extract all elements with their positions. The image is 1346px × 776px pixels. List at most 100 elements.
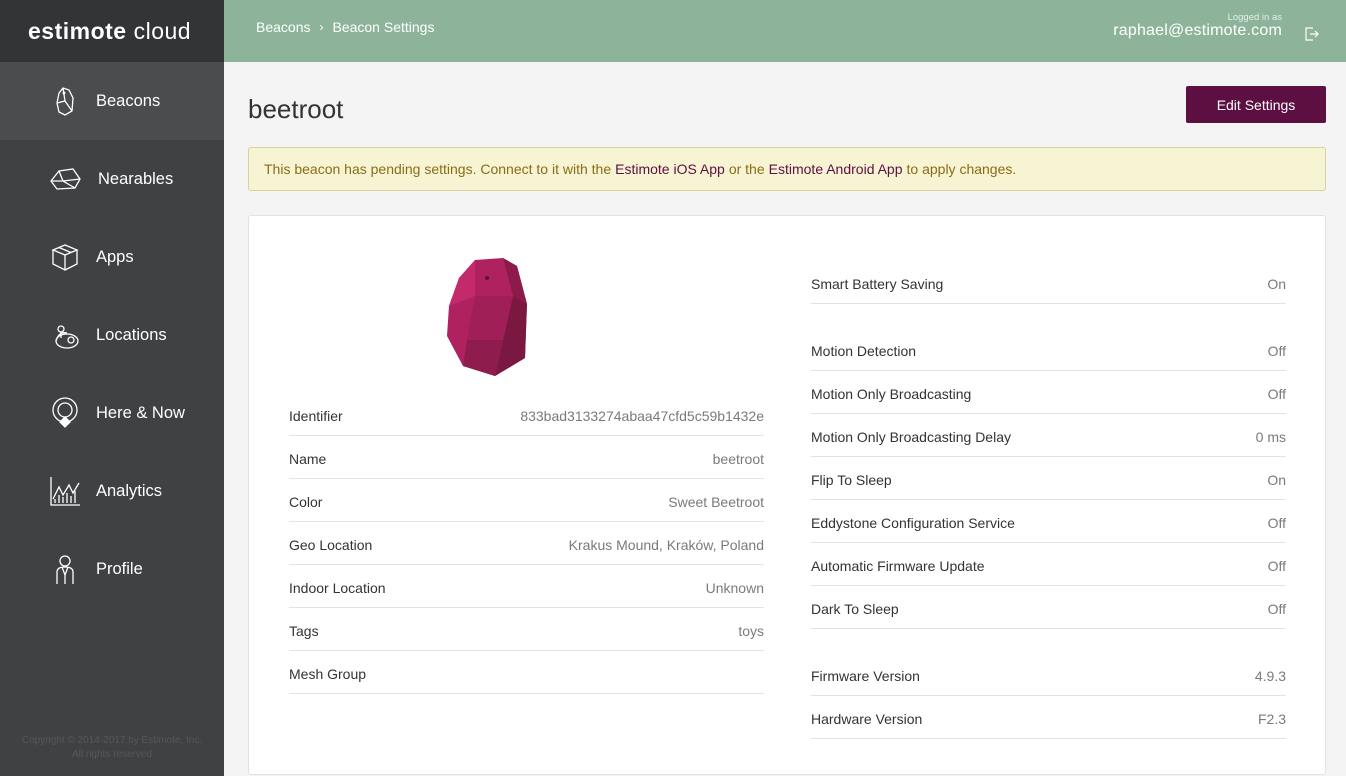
detail-label: Color: [289, 494, 323, 510]
alert-text-middle: or the: [728, 161, 765, 177]
detail-label: Indoor Location: [289, 580, 386, 596]
beacon-device-illustration: [445, 256, 529, 378]
breadcrumb-current: Beacon Settings: [332, 19, 435, 35]
sidebar-item-label: Analytics: [96, 481, 163, 500]
setting-value: F2.3: [1257, 711, 1286, 727]
here-now-pin-icon: [48, 396, 82, 430]
setting-label: Motion Only Broadcasting: [811, 386, 972, 402]
setting-value: Off: [1267, 343, 1286, 359]
setting-row-dark-to-sleep: Dark To Sleep Off: [811, 586, 1286, 629]
setting-value: 4.9.3: [1254, 668, 1286, 684]
setting-value: On: [1267, 472, 1286, 488]
setting-row-motion-only-broadcasting: Motion Only Broadcasting Off: [811, 371, 1286, 414]
setting-label: Flip To Sleep: [811, 472, 892, 488]
breadcrumb-separator: ›: [319, 20, 324, 34]
setting-label: Motion Only Broadcasting Delay: [811, 429, 1011, 445]
sidebar-item-label: Nearables: [98, 169, 174, 188]
detail-row-indoor-location: Indoor Location Unknown: [289, 565, 764, 608]
setting-label: Motion Detection: [811, 343, 917, 359]
sidebar: estimote cloud Beacons Nearables Apps Lo…: [0, 0, 224, 776]
detail-value: beetroot: [712, 451, 764, 467]
setting-row-motion-only-broadcasting-delay: Motion Only Broadcasting Delay 0 ms: [811, 414, 1286, 457]
locations-icon: [48, 318, 82, 352]
sidebar-item-profile[interactable]: Profile: [0, 530, 224, 608]
setting-row-motion-detection: Motion Detection Off: [811, 328, 1286, 371]
beacon-info-list: Identifier 833bad3133274abaa47cfd5c59b14…: [289, 393, 764, 694]
setting-value: Off: [1267, 386, 1286, 402]
setting-label: Firmware Version: [811, 668, 920, 684]
nearable-icon: [48, 162, 82, 196]
edit-settings-button[interactable]: Edit Settings: [1186, 86, 1326, 123]
beacon-settings-list: Smart Battery Saving On Motion Detection…: [811, 261, 1286, 739]
logo-bold-text: estimote: [28, 17, 127, 44]
detail-row-geo-location: Geo Location Krakus Mound, Kraków, Polan…: [289, 522, 764, 565]
detail-row-color: Color Sweet Beetroot: [289, 479, 764, 522]
sidebar-item-analytics[interactable]: Analytics: [0, 452, 224, 530]
alert-text-before: This beacon has pending settings. Connec…: [264, 161, 612, 177]
copyright-line2: All rights reserved: [71, 749, 153, 760]
detail-row-tags: Tags toys: [289, 608, 764, 651]
copyright: Copyright © 2014-2017 by Estimote, Inc. …: [0, 734, 224, 762]
beacon-details-card: Identifier 833bad3133274abaa47cfd5c59b14…: [248, 215, 1326, 775]
setting-value: 0 ms: [1255, 429, 1286, 445]
setting-label: Automatic Firmware Update: [811, 558, 985, 574]
sidebar-item-label: Beacons: [96, 91, 161, 110]
sidebar-item-beacons[interactable]: Beacons: [0, 62, 224, 140]
detail-value: Krakus Mound, Kraków, Poland: [568, 537, 764, 553]
detail-row-mesh-group: Mesh Group: [289, 651, 764, 694]
page-title: beetroot: [248, 94, 344, 124]
setting-row-smart-battery-saving: Smart Battery Saving On: [811, 261, 1286, 304]
detail-row-name: Name beetroot: [289, 436, 764, 479]
sidebar-item-apps[interactable]: Apps: [0, 218, 224, 296]
breadcrumb-beacons-link[interactable]: Beacons: [256, 19, 310, 35]
setting-value: Off: [1267, 515, 1286, 531]
setting-value: Off: [1267, 558, 1286, 574]
sidebar-item-nearables[interactable]: Nearables: [0, 140, 224, 218]
detail-label: Identifier: [289, 408, 343, 424]
sidebar-item-here-now[interactable]: Here & Now: [0, 374, 224, 452]
breadcrumb: Beacons › Beacon Settings: [256, 19, 434, 35]
sidebar-item-label: Apps: [96, 247, 134, 266]
logo-light-text: cloud: [133, 17, 192, 44]
detail-label: Mesh Group: [289, 666, 367, 682]
sidebar-item-locations[interactable]: Locations: [0, 296, 224, 374]
android-app-link[interactable]: Estimote Android App: [769, 161, 903, 177]
setting-value: On: [1267, 276, 1286, 292]
top-header: Beacons › Beacon Settings Logged in as r…: [224, 0, 1346, 62]
detail-label: Name: [289, 451, 327, 467]
sidebar-item-label: Here & Now: [96, 403, 185, 422]
app-logo[interactable]: estimote cloud: [0, 0, 224, 62]
detail-row-identifier: Identifier 833bad3133274abaa47cfd5c59b14…: [289, 393, 764, 436]
detail-label: Tags: [289, 623, 319, 639]
logout-icon[interactable]: [1304, 26, 1320, 42]
sidebar-nav: Beacons Nearables Apps Locations Here & …: [0, 62, 224, 608]
user-email[interactable]: raphael@estimote.com: [1113, 22, 1282, 40]
setting-row-flip-to-sleep: Flip To Sleep On: [811, 457, 1286, 500]
setting-label: Eddystone Configuration Service: [811, 515, 1015, 531]
apps-box-icon: [48, 240, 82, 274]
detail-value: 833bad3133274abaa47cfd5c59b1432e: [520, 408, 764, 424]
analytics-chart-icon: [48, 474, 82, 508]
setting-row-firmware-version: Firmware Version 4.9.3: [811, 653, 1286, 696]
profile-person-icon: [48, 552, 82, 586]
setting-label: Dark To Sleep: [811, 601, 899, 617]
detail-label: Geo Location: [289, 537, 373, 553]
pending-settings-alert: This beacon has pending settings. Connec…: [248, 147, 1326, 191]
detail-value: Unknown: [705, 580, 764, 596]
sidebar-item-label: Locations: [96, 325, 167, 344]
setting-row-hardware-version: Hardware Version F2.3: [811, 696, 1286, 739]
setting-row-eddystone-configuration-service: Eddystone Configuration Service Off: [811, 500, 1286, 543]
setting-label: Smart Battery Saving: [811, 276, 944, 292]
setting-label: Hardware Version: [811, 711, 923, 727]
detail-value: toys: [738, 623, 764, 639]
setting-value: Off: [1267, 601, 1286, 617]
alert-text-after: to apply changes.: [906, 161, 1017, 177]
beacon-icon: [48, 84, 82, 118]
detail-value: Sweet Beetroot: [668, 494, 764, 510]
copyright-line1: Copyright © 2014-2017 by Estimote, Inc.: [21, 735, 203, 746]
ios-app-link[interactable]: Estimote iOS App: [615, 161, 725, 177]
setting-row-automatic-firmware-update: Automatic Firmware Update Off: [811, 543, 1286, 586]
sidebar-item-label: Profile: [96, 559, 143, 578]
